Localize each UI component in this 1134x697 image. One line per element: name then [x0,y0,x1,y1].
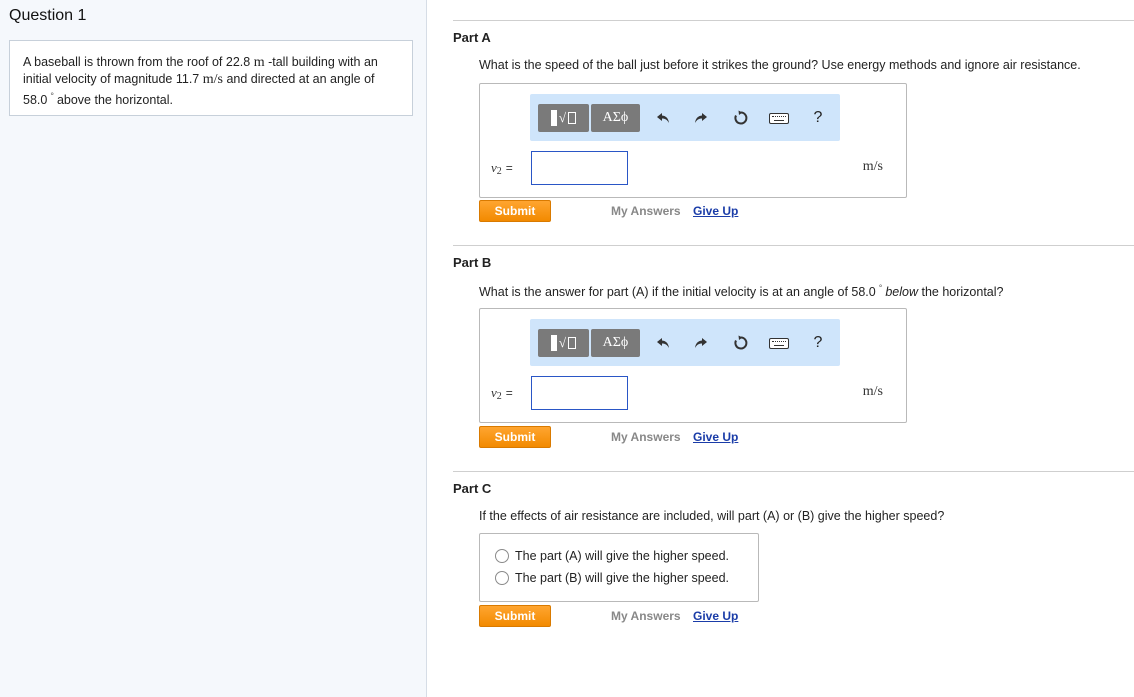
math-toolbar: √ ΑΣϕ ? [530,319,840,366]
question-sidebar: Question 1 A baseball is thrown from the… [0,0,427,697]
problem-text-4: above the horizontal. [56,93,174,107]
choice-a[interactable]: The part (A) will give the higher speed. [495,549,729,563]
templates-button[interactable]: √ [538,329,589,357]
part-a-question: What is the speed of the ball just befor… [479,58,1081,72]
part-c-choices: The part (A) will give the higher speed.… [479,533,759,602]
keyboard-icon[interactable] [768,106,790,130]
part-a-variable-label: v2 = [491,160,513,177]
part-c-title: Part C [453,481,492,496]
undo-icon[interactable] [652,331,674,355]
choice-b-label: The part (B) will give the higher speed. [515,571,729,585]
part-b-submit-button[interactable]: Submit [479,426,551,448]
part-a-answer-box: √ ΑΣϕ ? v2 = m/s [479,83,907,198]
part-b-question-text-1: What is the answer for part (A) if the i… [479,285,876,299]
reset-icon[interactable] [730,106,752,130]
part-b-question: What is the answer for part (A) if the i… [479,283,1004,299]
part-c-give-up-link[interactable]: Give Up [693,609,738,623]
templates-icon: √ [550,110,577,126]
part-b-unit: m/s [862,384,883,399]
unit-meters: m [253,55,265,70]
part-a-title: Part A [453,30,491,45]
part-b-answer-input[interactable] [531,376,628,410]
part-a-submit-button[interactable]: Submit [479,200,551,222]
part-c-submit-button[interactable]: Submit [479,605,551,627]
templates-button[interactable]: √ [538,104,589,132]
part-b-give-up-link[interactable]: Give Up [693,430,738,444]
part-a-unit: m/s [862,159,883,174]
help-button[interactable]: ? [807,106,829,130]
var-subscript: 2 [496,166,502,177]
redo-icon[interactable] [690,106,712,130]
part-c-divider [453,471,1134,472]
part-a-divider [453,20,1134,21]
part-b-variable-label: v2 = [491,385,513,402]
greek-symbols-button[interactable]: ΑΣϕ [591,104,640,132]
part-b-divider [453,245,1134,246]
part-b-answer-box: √ ΑΣϕ ? v2 = m/s [479,308,907,423]
help-button[interactable]: ? [807,331,829,355]
equals-sign: = [505,161,513,175]
question-title: Question 1 [9,7,87,24]
undo-icon[interactable] [652,106,674,130]
unit-meters-per-second: m/s [202,72,223,87]
part-b-my-answers: My Answers [611,430,681,444]
radio-button[interactable] [495,549,509,563]
part-a-my-answers: My Answers [611,204,681,218]
part-c-my-answers: My Answers [611,609,681,623]
part-a-answer-input[interactable] [531,151,628,185]
part-b-question-text-2: the horizontal? [921,285,1004,299]
var-subscript: 2 [496,391,502,402]
choice-b[interactable]: The part (B) will give the higher speed. [495,571,729,585]
part-b-title: Part B [453,255,492,270]
problem-statement: A baseball is thrown from the roof of 22… [9,40,413,116]
choice-a-label: The part (A) will give the higher speed. [515,549,729,563]
problem-text-1: A baseball is thrown from the roof of 22… [23,55,251,69]
keyboard-icon[interactable] [768,331,790,355]
math-toolbar: √ ΑΣϕ ? [530,94,840,141]
greek-symbols-button[interactable]: ΑΣϕ [591,329,640,357]
degree-symbol: ° [878,283,883,293]
part-a-give-up-link[interactable]: Give Up [693,204,738,218]
equals-sign: = [505,386,513,400]
templates-icon: √ [550,335,577,351]
degree-symbol: ° [50,91,54,101]
part-b-question-emphasis: below [885,285,918,299]
radio-button[interactable] [495,571,509,585]
reset-icon[interactable] [730,331,752,355]
part-c-question: If the effects of air resistance are inc… [479,509,945,523]
redo-icon[interactable] [690,331,712,355]
